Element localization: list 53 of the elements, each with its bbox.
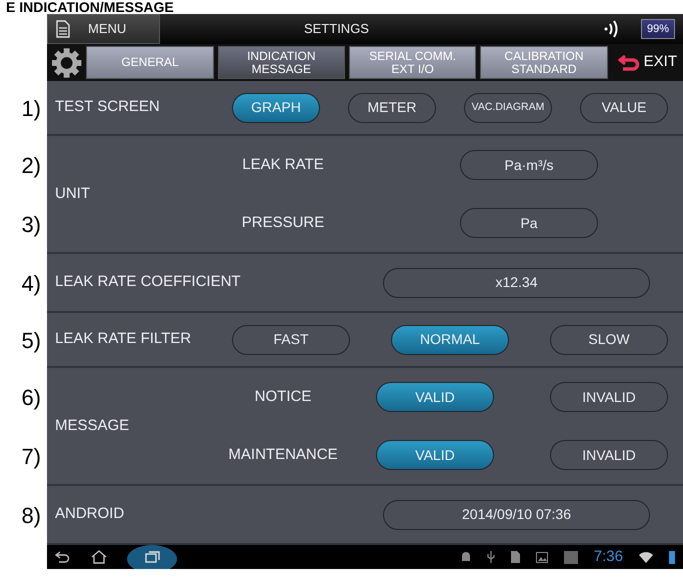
section-heading: E INDICATION/MESSAGE <box>6 0 174 14</box>
option-button[interactable]: VALID <box>376 382 494 412</box>
setting-value-field[interactable]: x12.34 <box>383 268 650 298</box>
setting-label: LEAK RATE FILTER <box>55 329 192 350</box>
option-button[interactable]: VAC.DIAGRAM <box>464 92 552 122</box>
recent-apps-icon[interactable] <box>127 545 177 569</box>
back-icon[interactable] <box>55 550 71 564</box>
battery-indicator: 99% <box>640 19 675 39</box>
gear-icon[interactable] <box>51 46 82 78</box>
setting-sublabel: LEAK RATE <box>241 154 325 175</box>
option-button[interactable]: FAST <box>232 324 350 354</box>
wifi-icon <box>639 552 653 562</box>
battery-icon <box>669 550 675 564</box>
signal-icon <box>602 20 619 38</box>
item-number: 3) <box>21 212 41 236</box>
option-button[interactable]: VALUE <box>580 92 668 122</box>
unit-selector[interactable]: Pa·m³/s <box>460 150 598 180</box>
option-button[interactable]: SLOW <box>550 324 668 354</box>
item-number: 7) <box>21 444 41 468</box>
image-icon <box>536 552 548 562</box>
screen-title: SETTINGS <box>302 20 370 38</box>
setting-sublabel: PRESSURE <box>240 212 326 233</box>
item-number: 5) <box>21 328 41 352</box>
item-number: 8) <box>21 504 41 528</box>
home-icon[interactable] <box>91 550 107 564</box>
setting-sublabel: NOTICE <box>254 386 312 407</box>
exit-button[interactable]: EXIT <box>612 51 683 74</box>
item-number: 2) <box>21 154 41 178</box>
option-button[interactable]: NORMAL <box>391 324 509 354</box>
setting-label: ANDROID <box>55 504 126 524</box>
option-button[interactable]: VALID <box>376 440 494 470</box>
item-number: 4) <box>21 272 41 296</box>
usb-icon <box>486 551 495 563</box>
menu-button[interactable]: MENU <box>47 14 160 44</box>
setting-label: LEAK RATE COEFFICIENT <box>55 272 241 292</box>
return-arrow-icon <box>618 52 640 72</box>
setting-sublabel: MAINTENANCE <box>227 444 339 465</box>
option-button[interactable]: GRAPH <box>232 92 320 122</box>
setting-value-field[interactable]: 2014/09/10 07:36 <box>383 500 650 530</box>
thumbnail-icon <box>564 550 578 564</box>
item-number: 1) <box>21 96 41 120</box>
setting-label: TEST SCREEN <box>55 97 161 118</box>
clock: 7:36 <box>594 546 623 567</box>
option-button[interactable]: INVALID <box>550 440 668 470</box>
settings-tab[interactable]: INDICATION MESSAGE <box>218 46 345 79</box>
setting-label: UNIT <box>55 184 91 204</box>
setting-label: MESSAGE <box>55 416 130 436</box>
sd-card-icon <box>510 551 520 563</box>
unit-selector[interactable]: Pa <box>460 208 598 238</box>
item-number: 6) <box>21 386 41 410</box>
option-button[interactable]: METER <box>348 92 436 122</box>
document-icon <box>56 20 70 38</box>
option-button[interactable]: INVALID <box>550 382 668 412</box>
